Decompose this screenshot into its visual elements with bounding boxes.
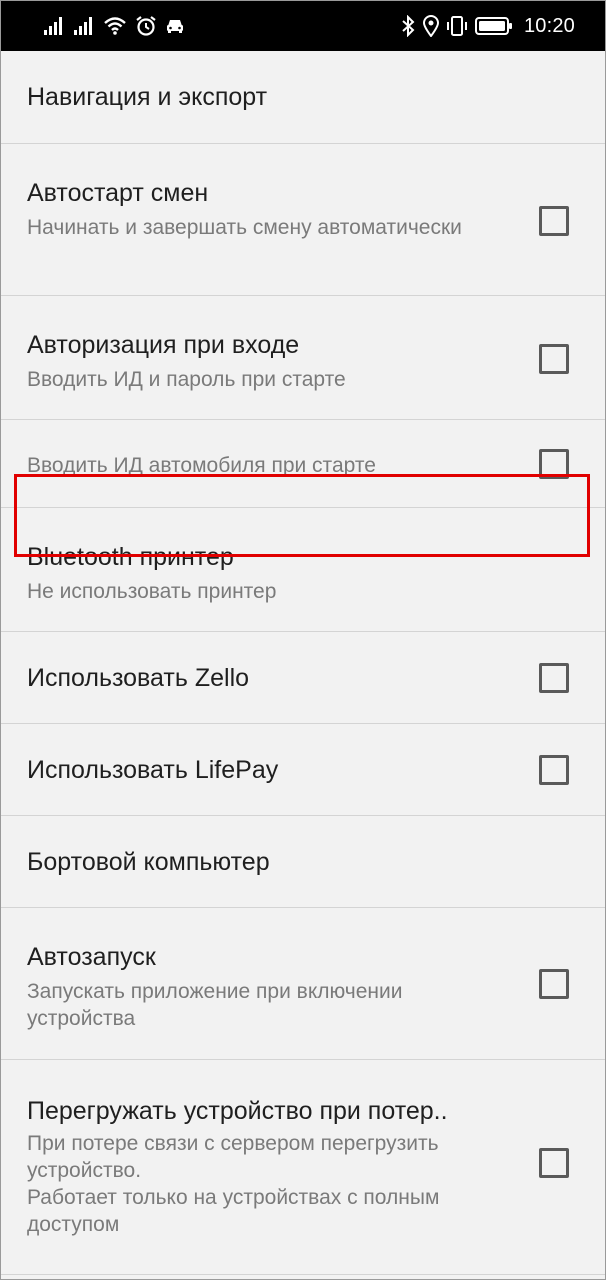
pref-vehicle-id[interactable]: Вводить ИД автомобиля при старте xyxy=(1,420,605,508)
settings-list: Навигация и экспорт Автостарт смен Начин… xyxy=(1,51,605,1275)
screen: 10:20 Навигация и экспорт Автостарт смен… xyxy=(0,0,606,1280)
pref-summary-line: При потере связи с сервером перегрузить … xyxy=(27,1132,439,1182)
pref-title: Автостарт смен xyxy=(27,179,209,207)
pref-use-zello[interactable]: Использовать Zello xyxy=(1,632,605,724)
pref-title: Использовать LifePay xyxy=(27,756,279,784)
pref-title: Использовать Zello xyxy=(27,664,250,692)
location-icon xyxy=(422,15,439,37)
pref-summary: Вводить ИД и пароль при старте xyxy=(27,368,346,391)
login-auth-checkbox[interactable] xyxy=(539,344,569,374)
pref-title: Автозапуск xyxy=(27,943,156,971)
pref-reboot-on-loss[interactable]: Перегружать устройство при потер.. При п… xyxy=(1,1060,605,1275)
signal-2-icon xyxy=(73,16,95,36)
status-bar: 10:20 xyxy=(1,1,605,51)
clock-time: 10:20 xyxy=(523,14,575,37)
reboot-on-loss-checkbox[interactable] xyxy=(539,1148,569,1178)
pref-login-auth[interactable]: Авторизация при входе Вводить ИД и парол… xyxy=(1,296,605,420)
autostart-checkbox[interactable] xyxy=(539,969,569,999)
pref-auto-shift[interactable]: Автостарт смен Начинать и завершать смен… xyxy=(1,144,605,296)
use-lifepay-checkbox[interactable] xyxy=(539,755,569,785)
status-bar-left xyxy=(43,14,185,38)
pref-title: Авторизация при входе xyxy=(27,331,300,359)
pref-title: Bluetooth принтер xyxy=(27,543,234,571)
status-bar-right: 10:20 xyxy=(400,14,575,38)
pref-summary: Начинать и завершать смену автоматически xyxy=(27,216,462,239)
car-icon xyxy=(165,17,185,35)
pref-onboard-computer[interactable]: Бортовой компьютер xyxy=(1,816,605,908)
pref-summary: При потере связи с сервером перегрузить … xyxy=(27,1130,487,1238)
pref-use-lifepay[interactable]: Использовать LifePay xyxy=(1,724,605,816)
use-zello-checkbox[interactable] xyxy=(539,663,569,693)
signal-1-icon xyxy=(43,16,65,36)
alarm-icon xyxy=(135,15,157,37)
vibrate-icon xyxy=(446,15,468,37)
pref-summary: Запускать приложение при включении устро… xyxy=(27,980,403,1030)
pref-title: Навигация и экспорт xyxy=(27,83,268,111)
pref-autostart[interactable]: Автозапуск Запускать приложение при вклю… xyxy=(1,908,605,1060)
vehicle-id-checkbox[interactable] xyxy=(539,449,569,479)
pref-bluetooth-printer[interactable]: Bluetooth принтер Не использовать принте… xyxy=(1,508,605,632)
bluetooth-icon xyxy=(400,15,416,37)
battery-icon xyxy=(474,16,513,36)
pref-summary-line: Работает только на устройствах с полным … xyxy=(27,1186,440,1236)
pref-summary: Не использовать принтер xyxy=(27,580,277,603)
pref-title: Перегружать устройство при потер.. xyxy=(27,1097,448,1125)
auto-shift-checkbox[interactable] xyxy=(539,206,569,236)
wifi-icon xyxy=(103,16,127,36)
pref-title: Бортовой компьютер xyxy=(27,848,270,876)
pref-navigation-export[interactable]: Навигация и экспорт xyxy=(1,51,605,144)
pref-summary: Вводить ИД автомобиля при старте xyxy=(27,454,376,477)
